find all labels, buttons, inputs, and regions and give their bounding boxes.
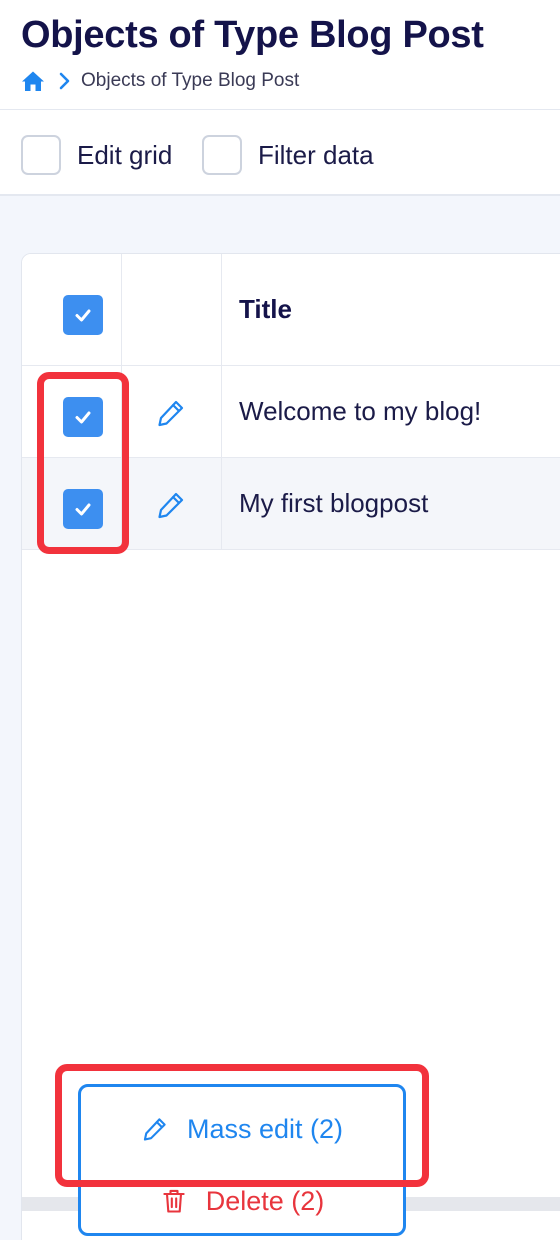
toolbar: Edit grid Filter data — [0, 110, 560, 196]
filter-data-toggle[interactable]: Filter data — [202, 135, 374, 175]
select-all-checkbox[interactable] — [63, 295, 103, 335]
trash-icon — [163, 1189, 185, 1213]
checkmark-icon — [75, 411, 91, 424]
chevron-right-icon — [59, 72, 70, 90]
table-header-row: Title — [22, 254, 560, 366]
row-select-cell — [22, 458, 122, 549]
checkmark-icon — [75, 309, 91, 322]
edit-grid-label: Edit grid — [77, 139, 173, 170]
table-row: Welcome to my blog! — [22, 366, 560, 458]
row-select-cell — [22, 366, 122, 457]
edit-grid-toggle[interactable]: Edit grid — [21, 135, 173, 175]
checkmark-icon — [75, 503, 91, 516]
home-icon[interactable] — [21, 69, 45, 93]
bulk-actions-panel: Mass edit (2) Delete (2) — [78, 1084, 406, 1236]
breadcrumb: Objects of Type Blog Post — [21, 68, 299, 94]
row-title[interactable]: My first blogpost — [222, 458, 560, 549]
row-edit-cell — [122, 366, 222, 457]
row-edit-cell — [122, 458, 222, 549]
mass-edit-label: Mass edit (2) — [186, 1113, 344, 1144]
header-select-cell — [22, 254, 122, 365]
row-checkbox[interactable] — [63, 397, 103, 437]
edit-grid-checkbox[interactable] — [21, 135, 61, 175]
row-title[interactable]: Welcome to my blog! — [222, 366, 560, 457]
table-row: My first blogpost — [22, 458, 560, 550]
pencil-icon — [143, 1118, 166, 1141]
header-edit-cell — [122, 254, 222, 365]
filter-data-checkbox[interactable] — [202, 135, 242, 175]
page-header: Objects of Type Blog Post Objects of Typ… — [0, 0, 560, 110]
pencil-icon[interactable] — [155, 397, 187, 429]
pencil-icon[interactable] — [155, 489, 187, 521]
delete-label: Delete (2) — [205, 1185, 325, 1216]
mass-edit-button[interactable]: Mass edit (2) — [81, 1099, 403, 1159]
row-checkbox[interactable] — [63, 489, 103, 529]
page-title: Objects of Type Blog Post — [21, 14, 484, 56]
breadcrumb-current[interactable]: Objects of Type Blog Post — [81, 70, 299, 92]
delete-button[interactable]: Delete (2) — [81, 1171, 403, 1231]
column-header-title[interactable]: Title — [222, 254, 560, 365]
filter-data-label: Filter data — [258, 139, 374, 170]
